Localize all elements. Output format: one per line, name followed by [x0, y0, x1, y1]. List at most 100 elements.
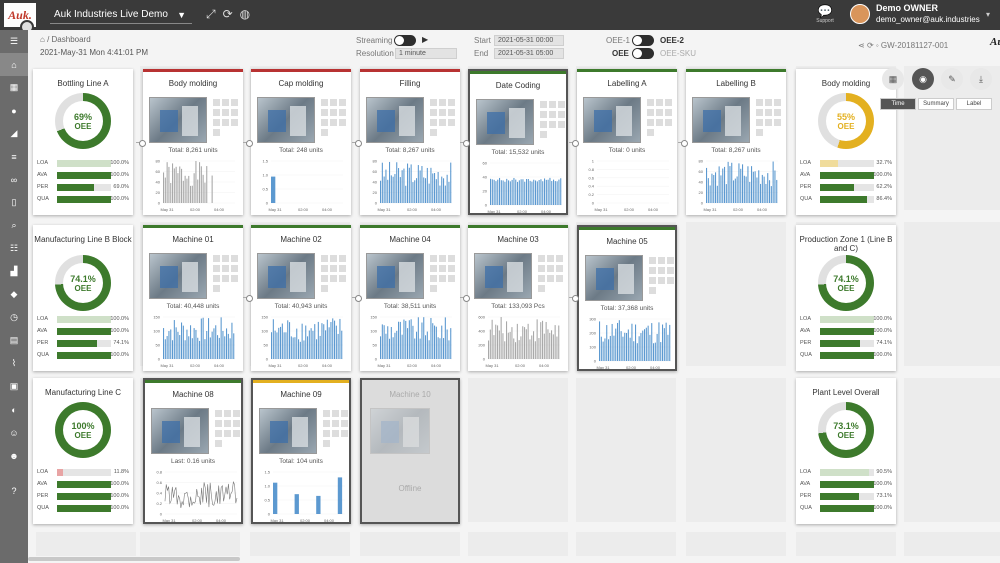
production-bar: [199, 340, 201, 359]
oee-mode-toggle[interactable]: [632, 35, 654, 46]
sync-icon[interactable]: ⟳: [867, 41, 874, 50]
sidebar-menu-icon[interactable]: ☰: [0, 30, 28, 53]
tab-label[interactable]: Label: [956, 98, 992, 110]
resolution-select[interactable]: 1 minute: [395, 48, 457, 59]
play-icon[interactable]: ▶: [422, 35, 428, 44]
production-bar: [224, 336, 226, 359]
end-datetime-input[interactable]: 2021-05-31 05:00: [494, 48, 564, 59]
metric-track: [57, 184, 111, 191]
breadcrumb-dashboard[interactable]: Dashboard: [52, 35, 91, 44]
metric-row: PER 100.0%: [37, 492, 129, 501]
production-bar: [627, 329, 629, 361]
machine-card[interactable]: Machine 10 Offline: [360, 378, 460, 524]
sidebar-window-icon[interactable]: ▣: [0, 375, 28, 398]
line-card[interactable]: Plant Level Overall 73.1% OEE LOA 90.5% AVA 10…: [796, 378, 896, 524]
sidebar-signal-icon[interactable]: ⌇: [0, 352, 28, 375]
production-bar: [770, 186, 772, 203]
horizontal-scrollbar[interactable]: [28, 557, 240, 561]
tab-summary[interactable]: Summary: [918, 98, 954, 110]
machine-card[interactable]: Machine 01 Total: 40,448 units 150 100 50 0 Ma…: [143, 225, 243, 371]
metric-value: 11.8%: [113, 469, 129, 475]
machine-card[interactable]: Filling Total: 8,267 units 80 60 40 20 0 May 31…: [360, 69, 460, 215]
machine-card[interactable]: Machine 02 Total: 40,943 units 150 100 50 0 Ma…: [251, 225, 351, 371]
machine-card[interactable]: Machine 03 Total: 133,093 Pcs 600 400 200 0 Ma…: [468, 225, 568, 371]
sidebar-link-icon[interactable]: ∞: [0, 168, 28, 191]
machine-card[interactable]: Labelling A Total: 0 units 1 0.8 0.6 0.4 0.2 0 M…: [577, 69, 677, 215]
sidebar-palette-icon[interactable]: ◐: [0, 398, 28, 421]
streaming-toggle[interactable]: [394, 35, 416, 46]
globe-icon[interactable]: ◍: [240, 7, 250, 22]
machine-total: Total: 38,511 units: [383, 303, 437, 310]
production-bar: [518, 340, 520, 359]
line-card[interactable]: Body molding 55% OEE LOA 32.7% AVA 100.0% PER 62…: [796, 69, 896, 215]
machine-card[interactable]: Machine 09 Total: 104 units 1.5 1.0 0.5 0 May …: [251, 378, 351, 524]
home-icon[interactable]: ⌂: [40, 35, 45, 44]
line-card[interactable]: Manufacturing Line C 100% OEE LOA 11.8% AVA 10…: [33, 378, 133, 524]
machine-card[interactable]: Date Coding Total: 15,532 units 60 40 20 0 May…: [468, 69, 568, 215]
machine-title: Date Coding: [495, 81, 541, 90]
machine-card[interactable]: Machine 08 Last: 0.16 units 0.8 0.6 0.4 0.2 0 M…: [143, 378, 243, 524]
eye-icon[interactable]: ◉: [912, 68, 934, 90]
user-info[interactable]: Demo OWNER demo_owner@auk.industries: [876, 3, 980, 25]
start-datetime-input[interactable]: 2021-05-31 00:00: [494, 35, 564, 46]
share-icon[interactable]: ⋖: [858, 41, 865, 50]
production-bar: [405, 185, 407, 203]
machine-card[interactable]: Cap molding Total: 248 units 1.5 1.0 0.5 0 May…: [251, 69, 351, 215]
machine-card[interactable]: Body molding Total: 8,261 units 80 60 40 20 0 M…: [143, 69, 243, 215]
sidebar-factory-icon[interactable]: ▟: [0, 260, 28, 283]
y-tick-label: 80: [156, 159, 161, 164]
metric-track: [820, 352, 874, 359]
metric-fill: [57, 328, 111, 335]
user-menu-chevron-icon[interactable]: ▾: [986, 10, 990, 19]
oee2-label: OEE-2: [660, 36, 685, 45]
app-selector[interactable]: Auk Industries Live Demo ▼: [50, 6, 192, 24]
refresh-icon[interactable]: ⟳: [223, 7, 233, 22]
y-tick-label: 100: [153, 329, 160, 334]
line-card[interactable]: Manufacturing Line B Block 74.1% OEE LOA 100…: [33, 225, 133, 371]
production-bar: [271, 176, 276, 203]
production-bar: [752, 171, 754, 203]
tab-time[interactable]: Time: [880, 98, 916, 110]
support-button[interactable]: 💬 Support: [814, 4, 836, 24]
metric-fill: [820, 352, 874, 359]
sidebar-search-icon[interactable]: ⌕: [0, 214, 28, 237]
production-bar: [633, 341, 635, 361]
edit-icon[interactable]: ✎: [941, 68, 963, 90]
production-bar: [520, 336, 522, 359]
sidebar-user-icon[interactable]: ☻: [0, 444, 28, 467]
production-bar: [381, 162, 383, 203]
sidebar-chart-icon[interactable]: ◢: [0, 122, 28, 145]
sidebar-drop-icon[interactable]: ●: [0, 99, 28, 122]
sidebar-grid-icon[interactable]: ▦: [0, 76, 28, 99]
production-bar: [197, 337, 199, 359]
production-bar: [645, 327, 647, 361]
sidebar-help-icon[interactable]: ?: [0, 479, 28, 502]
metric-row: QUA 100.0%: [37, 195, 129, 204]
sidebar-file-icon[interactable]: ▯: [0, 191, 28, 214]
machine-card[interactable]: Machine 04 Total: 38,511 units 150 100 50 0 Ma…: [360, 225, 460, 371]
grid-cell: [649, 277, 656, 284]
sidebar-clock-icon[interactable]: ◷: [0, 306, 28, 329]
production-sparkline: 1.5 1.0 0.5 0May 31 02:00 04:00: [264, 470, 345, 522]
status-grid: [215, 410, 241, 448]
production-bar: [287, 320, 289, 359]
production-bar: [724, 166, 726, 203]
avatar[interactable]: [850, 4, 870, 24]
layout-grid-icon[interactable]: ▦: [882, 68, 904, 90]
download-icon[interactable]: ⤓: [970, 68, 992, 90]
fullscreen-icon[interactable]: ⤢: [206, 7, 216, 22]
sidebar-bell-icon[interactable]: ◆: [0, 283, 28, 306]
oee-sku-toggle[interactable]: [632, 48, 654, 59]
sidebar-home-icon[interactable]: ⌂: [0, 53, 28, 76]
metric-row: PER 73.1%: [800, 492, 892, 501]
machine-card[interactable]: Labelling B Total: 8,267 units 80 60 40 20 0 Ma…: [686, 69, 786, 215]
sidebar-table-icon[interactable]: ▤: [0, 329, 28, 352]
sidebar-list-icon[interactable]: ☷: [0, 237, 28, 260]
line-card[interactable]: Bottling Line A 69% OEE LOA 100.0% AVA 100.0% P…: [33, 69, 133, 215]
sidebar-bars-icon[interactable]: ≡: [0, 145, 28, 168]
line-card[interactable]: Production Zone 1 (Line B and C) 74.1% OEE…: [796, 225, 896, 371]
production-bar: [524, 181, 526, 205]
production-bar: [206, 166, 208, 203]
sidebar-users-icon[interactable]: ☺: [0, 421, 28, 444]
machine-card[interactable]: Machine 05 Total: 37,368 units 300 200 100 0 M…: [577, 225, 677, 371]
